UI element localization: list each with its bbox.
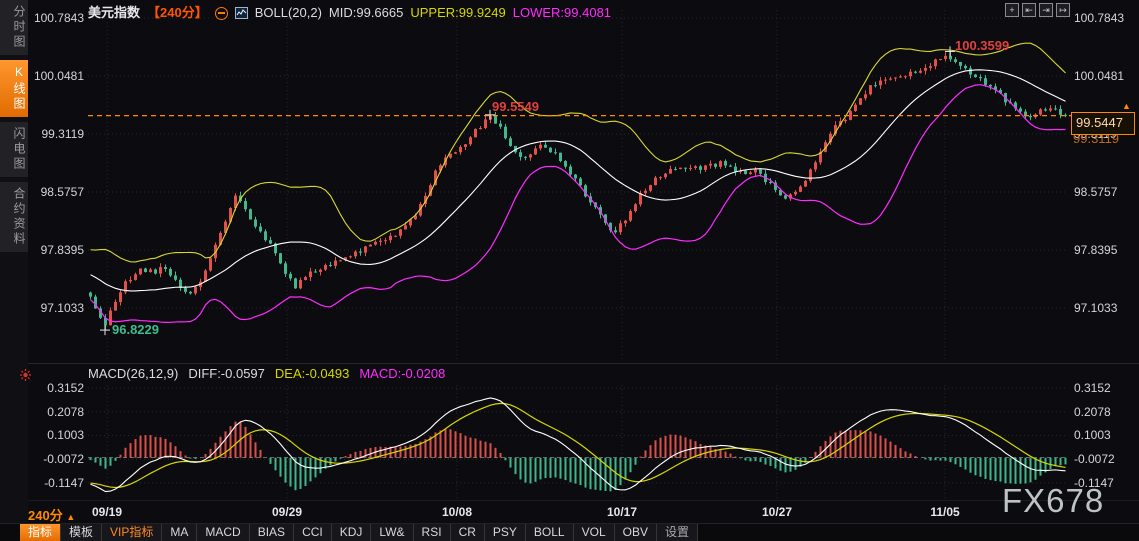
alert-bell-icon[interactable] <box>19 368 32 387</box>
period-badge[interactable]: 【240分】 <box>147 5 208 21</box>
trading-app-window: 分时图 K线图闪电图合约资料 美元指数 【240分】 BOLL(20,2) MID… <box>0 0 1139 541</box>
y-axis-label-left: 100.0481 <box>33 69 84 83</box>
y-axis-label-left: 99.3119 <box>41 127 85 141</box>
toolbar-item-RSI[interactable]: RSI <box>413 524 451 541</box>
watermark: FX678 <box>1002 482 1105 519</box>
macd-axis-label-left: -0.0072 <box>43 452 84 467</box>
date-label: 09/29 <box>271 505 303 519</box>
date-label: 09/19 <box>91 505 123 519</box>
scroll-left-button[interactable]: ⇥ <box>1039 3 1053 17</box>
chart-header: 美元指数 【240分】 BOLL(20,2) MID:99.6665 UPPER… <box>88 5 611 21</box>
toolbar-item-BOLL[interactable]: BOLL <box>525 524 574 541</box>
panel-divider <box>0 363 1139 364</box>
macd-axis-label-left: 0.3152 <box>47 381 84 395</box>
macd-axis-label-left: -0.1147 <box>44 476 84 490</box>
symbol-title: 美元指数 <box>88 5 141 20</box>
pan-tool-button[interactable]: + <box>1005 3 1019 17</box>
y-axis-label-right: 100.0481 <box>1074 69 1125 83</box>
price-annotation: 99.5549 <box>492 99 539 114</box>
y-axis-label-right: 98.5757 <box>1074 185 1118 199</box>
period-selector[interactable]: 240分 ▲ <box>28 505 75 524</box>
date-label: 10/17 <box>606 505 638 519</box>
toolbar-item-OBV[interactable]: OBV <box>614 524 657 541</box>
macd-diff-value: DIFF:-0.0597 <box>188 366 265 381</box>
candlestick-chart[interactable] <box>0 0 1139 541</box>
boll-upper-value: UPPER:99.9249 <box>410 5 506 20</box>
sidebar-item-kline-active[interactable]: K线图 <box>0 60 28 117</box>
macd-axis-label-right: 0.3152 <box>1074 381 1111 395</box>
boll-lower-value: LOWER:99.4081 <box>512 5 612 20</box>
y-axis-label-right: 97.8395 <box>1074 243 1118 257</box>
mini-chart-icon[interactable] <box>234 7 248 19</box>
macd-macd-value: MACD:-0.0208 <box>359 366 446 381</box>
sidebar: 分时图 K线图闪电图合约资料 <box>0 0 28 523</box>
date-label: 11/05 <box>930 505 960 519</box>
toolbar-item-CCI[interactable]: CCI <box>294 524 332 541</box>
y-axis-label-left: 98.5757 <box>40 185 84 199</box>
zoom-out-button[interactable]: ⇤ <box>1022 3 1036 17</box>
macd-dea-value: DEA:-0.0493 <box>274 366 350 381</box>
macd-axis-label-right: 0.2078 <box>1074 404 1111 419</box>
price-annotation: 96.8229 <box>112 322 159 337</box>
toolbar-item-MACD[interactable]: MACD <box>197 524 250 541</box>
toolbar-item-指标[interactable]: 指标 <box>20 524 62 541</box>
toolbar-item-VIP指标[interactable]: VIP指标 <box>102 524 163 541</box>
boll-indicator-label: BOLL(20,2) <box>254 5 322 20</box>
y-axis-label-left: 97.8395 <box>40 243 84 257</box>
toolbar-item-KDJ[interactable]: KDJ <box>331 524 372 541</box>
toolbar-item-PSY[interactable]: PSY <box>484 524 526 541</box>
toolbar-item-CR[interactable]: CR <box>450 524 485 541</box>
toolbar-item-MA[interactable]: MA <box>162 524 198 541</box>
collapse-circle-icon[interactable] <box>214 6 228 20</box>
y-axis-label-right: 100.7843 <box>1074 11 1125 25</box>
chart-nav-buttons: + ⇤ ⇥ ↦ <box>1005 3 1070 17</box>
macd-axis-label-left: 0.2078 <box>47 404 84 419</box>
scroll-up-arrow-icon[interactable]: ▲ <box>1122 101 1131 111</box>
sidebar-item-tab[interactable]: 合约资料 <box>0 182 28 252</box>
y-axis-label-left: 97.1033 <box>40 301 84 315</box>
indicator-toolbar: 指标 模板 VIP指标 MA MACD BIAS CCI KDJ LW& RSI CR PSY BOLL… <box>0 523 1139 541</box>
sidebar-item-tab[interactable]: 闪电图 <box>0 122 28 177</box>
date-label: 10/27 <box>761 505 793 519</box>
scroll-right-button[interactable]: ↦ <box>1056 3 1070 17</box>
macd-axis-label-right: 0.1003 <box>1074 428 1111 443</box>
macd-header: MACD(26,12,9) DIFF:-0.0597 DEA:-0.0493 M… <box>88 366 445 381</box>
macd-axis-label-left: 0.1003 <box>47 428 84 443</box>
current-price-tag: 99.5447 <box>1071 112 1135 135</box>
toolbar-item-LW&[interactable]: LW& <box>371 524 414 541</box>
macd-params-label: MACD(26,12,9) <box>88 366 179 381</box>
toolbar-item-模板[interactable]: 模板 <box>61 524 103 541</box>
sidebar-item-tab[interactable]: 分时图 <box>0 0 28 55</box>
toolbar-item-VOL[interactable]: VOL <box>573 524 615 541</box>
date-label: 10/08 <box>441 505 473 519</box>
price-annotation: 100.3599 <box>955 38 1010 53</box>
toolbar-item-设置[interactable]: 设置 <box>656 524 698 541</box>
toolbar-spacer <box>0 524 20 541</box>
y-axis-label-right: 97.1033 <box>1074 301 1118 315</box>
chevron-up-icon: ▲ <box>66 512 76 522</box>
y-axis-label-left: 100.7843 <box>33 11 84 25</box>
time-axis: 240分 ▲ 09/19 09/29 10/08 10/17 10/27 11/05 <box>0 501 1139 523</box>
boll-mid-value: MID:99.6665 <box>328 5 404 20</box>
macd-axis-label-right: -0.0072 <box>1074 452 1115 467</box>
toolbar-item-BIAS[interactable]: BIAS <box>249 524 295 541</box>
period-selector-label: 240分 <box>28 508 63 523</box>
